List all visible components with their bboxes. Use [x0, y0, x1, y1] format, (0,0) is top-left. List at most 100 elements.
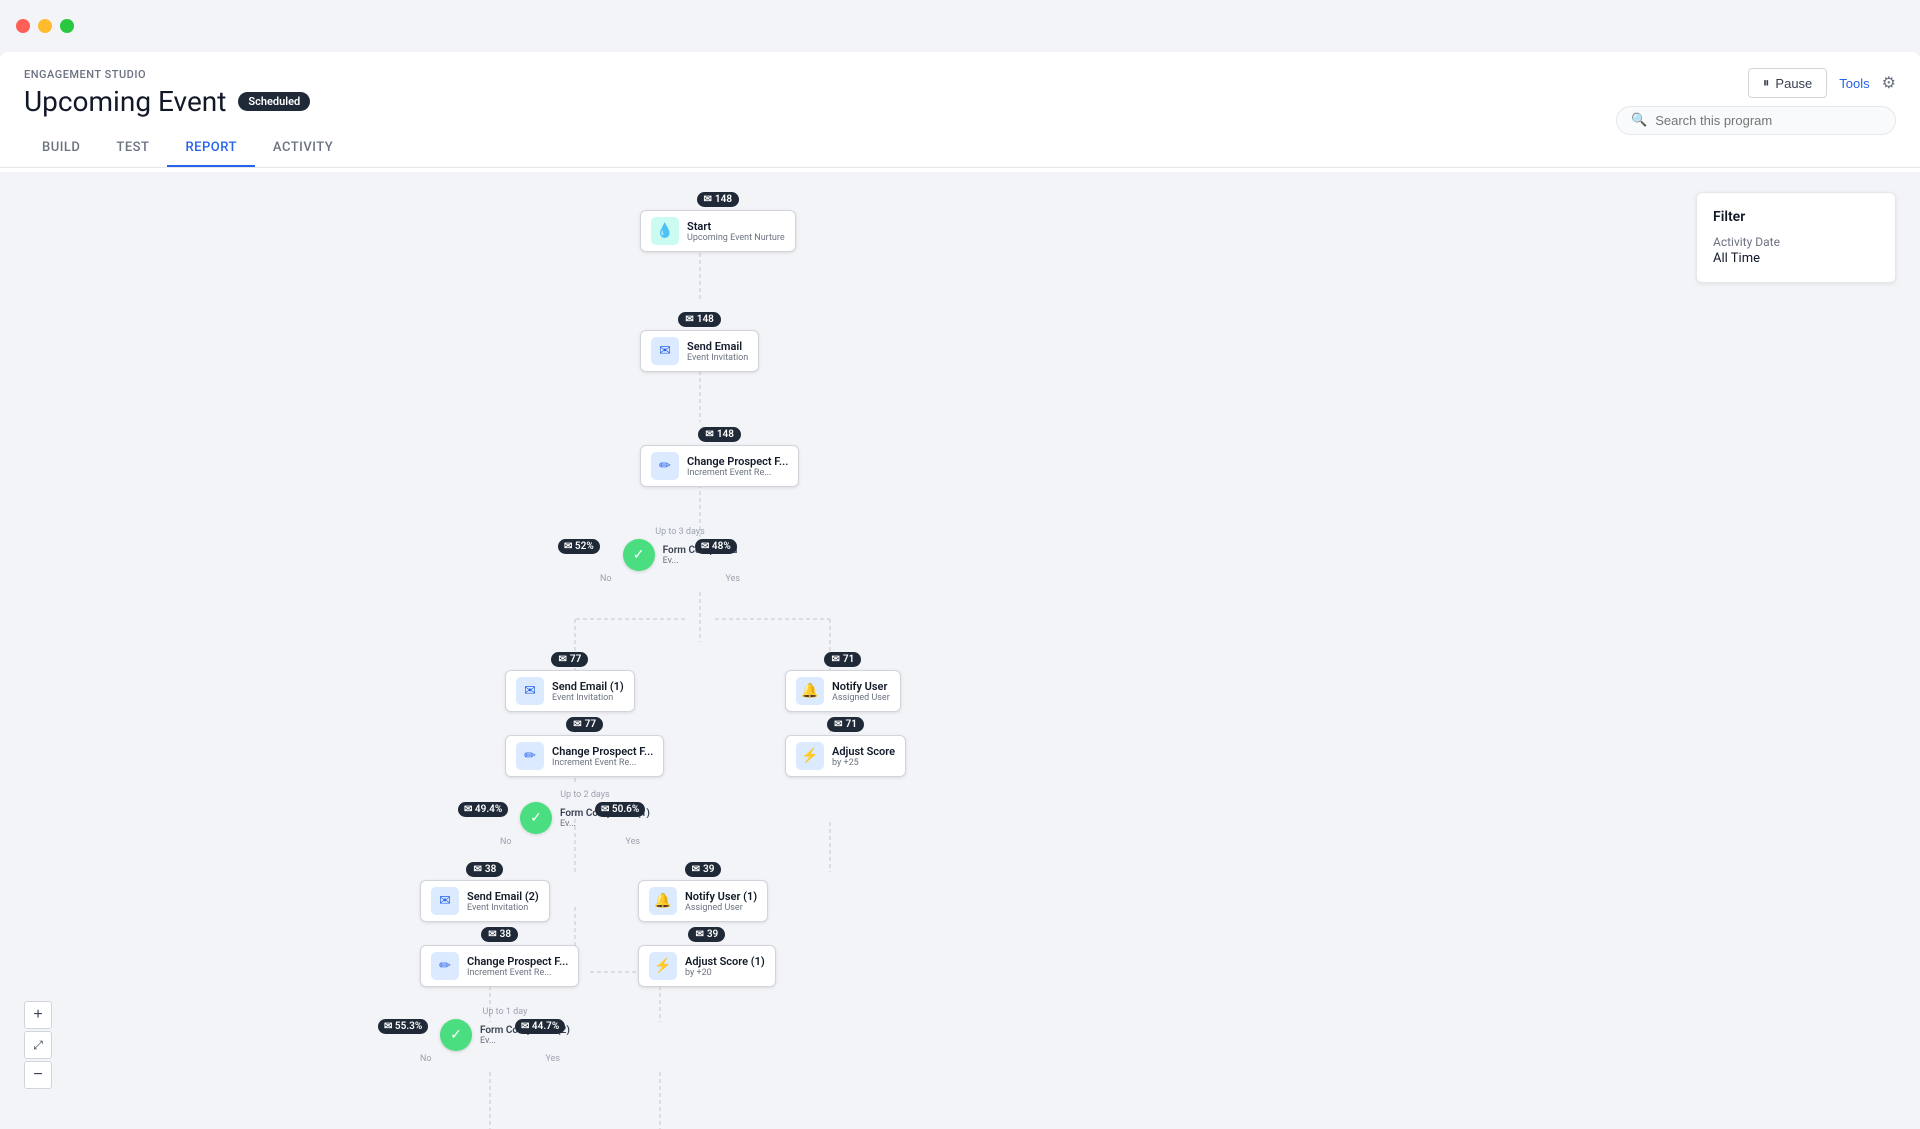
tab-test[interactable]: TEST	[98, 130, 167, 167]
zoom-out-button[interactable]: −	[24, 1061, 52, 1089]
email-icon: ✉	[573, 719, 581, 730]
zoom-in-button[interactable]: +	[24, 1001, 52, 1029]
tabs: BUILD TEST REPORT ACTIVITY	[24, 130, 1896, 167]
notify-user-1-node[interactable]: ✉ 39 🔔 Notify User (1) Assigned User	[638, 862, 768, 922]
form-decision-2-node[interactable]: ✓	[520, 802, 552, 834]
notify-user-1-box: 🔔 Notify User (1) Assigned User	[638, 880, 768, 922]
send-email-1-node[interactable]: ✉ 77 ✉ Send Email (1) Event Invitation	[505, 652, 635, 712]
page-title: Upcoming Event	[24, 85, 226, 118]
filter-date-label: Activity Date	[1713, 235, 1879, 249]
filter-title: Filter	[1713, 209, 1879, 225]
check-icon: ✓	[633, 547, 645, 563]
search-bar: 🔍	[1616, 106, 1896, 135]
pause-button[interactable]: ⏸ Pause	[1748, 68, 1827, 98]
send-email-1-count-badge: ✉ 77	[551, 652, 588, 667]
email-icon: ✉	[558, 654, 566, 665]
tab-activity[interactable]: ACTIVITY	[255, 130, 351, 167]
send-email-icon: ✉	[651, 337, 679, 365]
adjust-score-box: ⚡ Adjust Score by +25	[785, 735, 906, 777]
change-prospect-2-node[interactable]: ✉ 38 ✏ Change Prospect F... Increment Ev…	[420, 927, 579, 987]
pause-label: Pause	[1775, 76, 1812, 91]
pct-yes-badge-2: ✉ 50.6%	[595, 802, 645, 817]
pause-icon: ⏸	[1763, 75, 1770, 91]
connector-lines	[0, 172, 1920, 1129]
gear-icon[interactable]: ⚙	[1882, 73, 1896, 93]
send-email-node[interactable]: ✉ 148 ✉ Send Email Event Invitation	[640, 312, 759, 372]
pct-no-badge-2: ✉ 49.4%	[458, 802, 508, 817]
send-email-2-box: ✉ Send Email (2) Event Invitation	[420, 880, 550, 922]
search-icon: 🔍	[1631, 113, 1647, 128]
main-container: ENGAGEMENT STUDIO Upcoming Event Schedul…	[0, 52, 1920, 1129]
email-icon: ✉	[488, 929, 496, 940]
form-decision-1-node[interactable]: ✓	[623, 539, 655, 571]
form-decision-3-timer: Up to 1 day	[440, 1007, 570, 1017]
change-prospect-2-box: ✏ Change Prospect F... Increment Event R…	[420, 945, 579, 987]
form-decision-3-node[interactable]: ✓	[440, 1019, 472, 1051]
no-label-1: No	[600, 574, 612, 584]
email-icon: ✉	[701, 541, 709, 552]
form-decision-3-area: Up to 1 day ✉ 55.3% ✉ 44.7% ✓ Form Compl…	[440, 1007, 570, 1064]
email-icon: ✉	[601, 804, 609, 815]
adjust-score-node[interactable]: ✉ 71 ⚡ Adjust Score by +25	[785, 717, 906, 777]
change-prospect-node[interactable]: ✉ 148 ✏ Change Prospect F... Increment E…	[640, 427, 799, 487]
filter-panel: Filter Activity Date All Time	[1696, 192, 1896, 283]
maximize-button[interactable]	[60, 19, 74, 33]
check-icon-3: ✓	[450, 1027, 462, 1043]
send-email-1-box: ✉ Send Email (1) Event Invitation	[505, 670, 635, 712]
send-email-count-badge: ✉ 148	[678, 312, 721, 327]
pct-yes-badge-3: ✉ 44.7%	[515, 1019, 565, 1034]
tools-button[interactable]: Tools	[1839, 76, 1869, 91]
minimize-button[interactable]	[38, 19, 52, 33]
tab-report[interactable]: REPORT	[167, 130, 254, 167]
change-prospect-1-node[interactable]: ✉ 77 ✏ Change Prospect F... Increment Ev…	[505, 717, 664, 777]
filter-date-value: All Time	[1713, 251, 1879, 266]
adjust-score-1-count-badge: ✉ 39	[688, 927, 725, 942]
change-prospect-box: ✏ Change Prospect F... Increment Event R…	[640, 445, 799, 487]
change-prospect-1-box: ✏ Change Prospect F... Increment Event R…	[505, 735, 664, 777]
window-chrome	[0, 0, 1920, 52]
tab-build[interactable]: BUILD	[24, 130, 98, 167]
yes-label-1: Yes	[725, 574, 740, 584]
expand-button[interactable]: ⤢	[24, 1031, 52, 1059]
change-prospect-1-count-badge: ✉ 77	[566, 717, 603, 732]
change-icon: ✏	[651, 452, 679, 480]
form-decision-1-sub: Ev...	[663, 556, 738, 566]
email-icon: ✉	[834, 719, 842, 730]
notify-user-count-badge: ✉ 71	[824, 652, 861, 667]
start-icon: 💧	[651, 217, 679, 245]
notify-user-box: 🔔 Notify User Assigned User	[785, 670, 901, 712]
email-icon: ✉	[464, 804, 472, 815]
status-badge: Scheduled	[238, 92, 310, 111]
notify-1-icon: 🔔	[649, 887, 677, 915]
start-node[interactable]: ✉ 148 💧 Start Upcoming Event Nurture	[640, 192, 796, 252]
close-button[interactable]	[16, 19, 30, 33]
change-2-icon: ✏	[431, 952, 459, 980]
send-email-2-node[interactable]: ✉ 38 ✉ Send Email (2) Event Invitation	[420, 862, 550, 922]
email-icon: ✉	[564, 541, 572, 552]
pct-yes-badge-1: ✉ 48%	[695, 539, 737, 554]
title-row: Upcoming Event Scheduled	[24, 85, 1896, 118]
change-prospect-2-count-badge: ✉ 38	[481, 927, 518, 942]
engagement-studio-label: ENGAGEMENT STUDIO	[24, 68, 1896, 81]
email-icon: ✉	[704, 194, 712, 205]
notify-user-1-count-badge: ✉ 39	[685, 862, 722, 877]
email-icon: ✉	[473, 864, 481, 875]
form-decision-2-sub: Ev...	[560, 819, 650, 829]
start-node-box: 💧 Start Upcoming Event Nurture	[640, 210, 796, 252]
search-input[interactable]	[1655, 113, 1881, 128]
pct-no-badge-1: ✉ 52%	[558, 539, 600, 554]
change-1-icon: ✏	[516, 742, 544, 770]
form-decision-1-area: Up to 3 days ✉ 52% ✉ 48% ✓ Form Complete…	[620, 527, 740, 584]
form-decision-2-timer: Up to 2 days	[520, 790, 650, 800]
adjust-score-1-node[interactable]: ✉ 39 ⚡ Adjust Score (1) by +20	[638, 927, 776, 987]
email-icon: ✉	[695, 929, 703, 940]
email-icon: ✉	[705, 429, 713, 440]
send-email-2-count-badge: ✉ 38	[466, 862, 503, 877]
no-label-2: No	[500, 837, 512, 847]
yes-label-3: Yes	[545, 1054, 560, 1064]
notify-user-node[interactable]: ✉ 71 🔔 Notify User Assigned User	[785, 652, 901, 712]
adjust-score-1-box: ⚡ Adjust Score (1) by +20	[638, 945, 776, 987]
form-decision-3-sub: Ev...	[480, 1036, 570, 1046]
canvas-area: Filter Activity Date All Time	[0, 172, 1920, 1129]
send-email-2-icon: ✉	[431, 887, 459, 915]
